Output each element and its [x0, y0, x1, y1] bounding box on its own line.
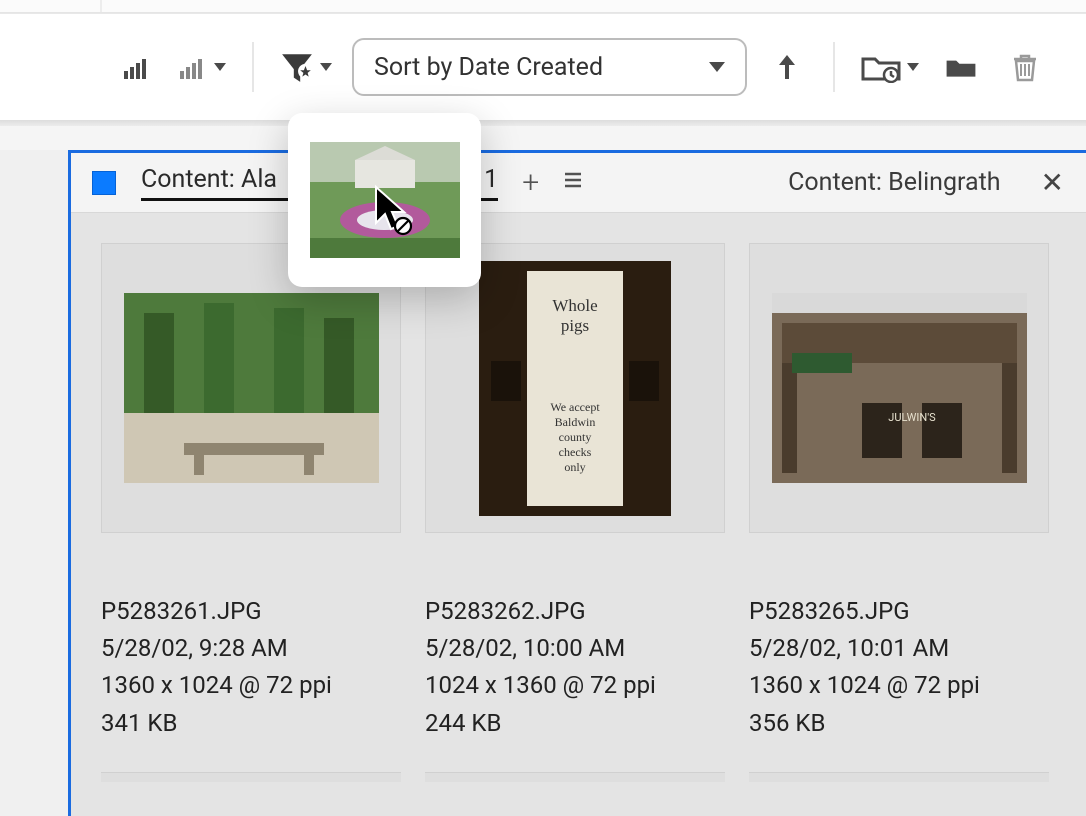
drag-preview	[288, 113, 481, 287]
panel-menu-icon[interactable]	[563, 170, 583, 196]
trash-icon[interactable]	[1003, 47, 1047, 87]
thumbnail-size-dropdown[interactable]	[176, 51, 226, 83]
file-datetime: 5/28/02, 10:00 AM	[425, 630, 725, 667]
svg-text:JULWIN'S: JULWIN'S	[888, 411, 936, 424]
svg-text:Baldwin: Baldwin	[555, 415, 596, 429]
file-dimensions: 1360 x 1024 @ 72 ppi	[101, 667, 401, 704]
sort-select[interactable]: Sort by Date Created	[352, 38, 747, 96]
thumbnail-card[interactable]: Whole pigs We accept Baldwin county chec…	[425, 243, 725, 742]
panel-header: Content: Alabama Symposium 1 + Content: …	[71, 153, 1086, 213]
file-datetime: 5/28/02, 10:01 AM	[749, 630, 1049, 667]
thumbnail-grid: P5283261.JPG 5/28/02, 9:28 AM 1360 x 102…	[71, 213, 1086, 742]
thumbnail-size-small-icon[interactable]	[116, 47, 156, 87]
content-panel: Content: Alabama Symposium 1 + Content: …	[68, 150, 1086, 816]
sort-direction-button[interactable]	[767, 47, 807, 87]
svg-text:county: county	[559, 430, 592, 444]
file-size: 356 KB	[749, 705, 1049, 742]
add-tab-button[interactable]: +	[522, 165, 539, 200]
filename: P5283265.JPG	[749, 593, 1049, 630]
file-datetime: 5/28/02, 9:28 AM	[101, 630, 401, 667]
close-tab-icon[interactable]: ✕	[1041, 166, 1064, 199]
filename: P5283262.JPG	[425, 593, 725, 630]
file-size: 244 KB	[425, 705, 725, 742]
filename: P5283261.JPG	[101, 593, 401, 630]
svg-text:pigs: pigs	[561, 316, 589, 335]
thumbnail-card[interactable]: JULWIN'S P5283265.JPG 5/28/02, 10:01 AM …	[749, 243, 1049, 742]
file-dimensions: 1024 x 1360 @ 72 ppi	[425, 667, 725, 704]
sort-select-label: Sort by Date Created	[374, 53, 603, 82]
svg-text:Whole: Whole	[552, 296, 597, 315]
new-folder-icon[interactable]	[939, 47, 983, 87]
filter-dropdown[interactable]	[280, 50, 332, 84]
toolbar: Sort by Date Created	[0, 13, 1086, 121]
thumbnail-image[interactable]: JULWIN'S	[749, 243, 1049, 533]
file-dimensions: 1360 x 1024 @ 72 ppi	[749, 667, 1049, 704]
svg-text:only: only	[564, 460, 585, 474]
recent-folders-dropdown[interactable]	[861, 51, 919, 83]
file-size: 341 KB	[101, 705, 401, 742]
svg-text:We accept: We accept	[550, 400, 600, 414]
thumbnail-card[interactable]: P5283261.JPG 5/28/02, 9:28 AM 1360 x 102…	[101, 243, 401, 742]
color-swatch[interactable]	[93, 172, 115, 194]
tab-inactive[interactable]: Content: Belingrath	[788, 168, 1000, 197]
svg-text:checks: checks	[559, 445, 592, 459]
workspace: Content: Alabama Symposium 1 + Content: …	[0, 150, 1086, 816]
